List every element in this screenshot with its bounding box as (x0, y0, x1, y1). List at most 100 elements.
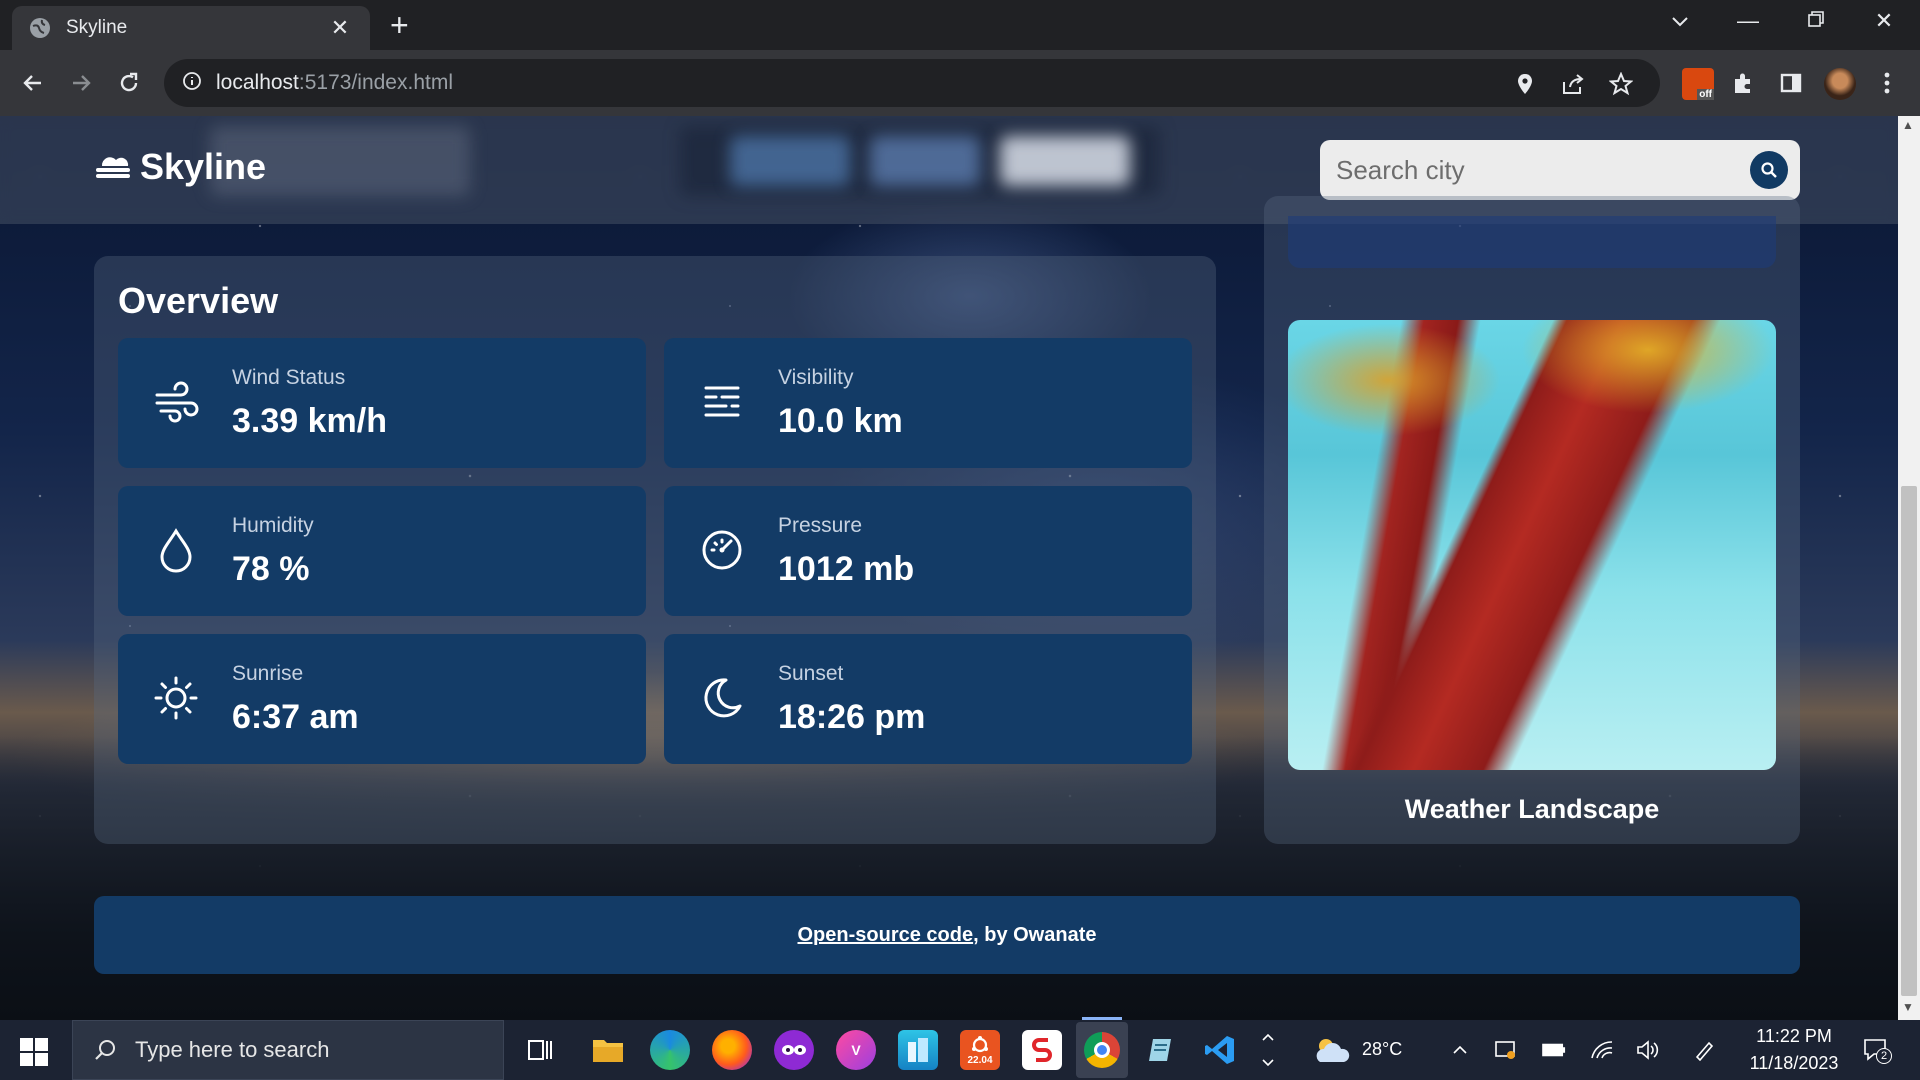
globe-icon (30, 18, 50, 38)
card-label: Humidity (232, 514, 314, 537)
clock-date[interactable]: 11/18/2023 (1742, 1053, 1846, 1074)
reload-icon[interactable] (112, 66, 146, 100)
page-scrollbar[interactable]: ▲ ▼ (1898, 116, 1920, 1020)
scroll-up-icon[interactable]: ▲ (1902, 118, 1914, 132)
side-panel-icon[interactable] (1776, 68, 1806, 98)
card-value: 78 % (232, 550, 310, 588)
task-view-icon[interactable] (520, 1030, 560, 1070)
new-tab-icon[interactable]: + (390, 9, 409, 41)
scroll-down-icon[interactable]: ▼ (1902, 1000, 1914, 1014)
battery-icon[interactable] (1542, 1038, 1566, 1062)
cloud-icon (96, 157, 130, 178)
wind-icon (152, 378, 200, 426)
app-mask-icon[interactable] (774, 1030, 814, 1070)
show-hidden-icons[interactable] (1448, 1038, 1472, 1062)
back-icon[interactable] (16, 66, 50, 100)
browser-toolbar: localhost:5173/index.html off (0, 50, 1920, 116)
app-footer: Open-source code , by Owanate (94, 896, 1800, 974)
volume-icon[interactable] (1636, 1038, 1660, 1062)
extension-icon[interactable]: off (1682, 68, 1714, 100)
vscode-icon[interactable] (1200, 1030, 1240, 1070)
chrome-icon (1084, 1032, 1120, 1068)
sunset-card: Sunset 18:26 pm (664, 634, 1192, 764)
visibility-icon (698, 378, 746, 426)
browser-tabstrip: Skyline ✕ + — ✕ (0, 0, 1920, 50)
minimize-icon[interactable]: — (1728, 8, 1768, 34)
bookmark-star-icon[interactable] (1608, 71, 1634, 97)
taskbar-overflow-icon[interactable] (1258, 1030, 1278, 1070)
gauge-icon (698, 526, 746, 574)
app-s-icon[interactable] (1022, 1030, 1062, 1070)
extensions-puzzle-icon[interactable] (1728, 68, 1758, 98)
blurred-content (730, 136, 850, 186)
share-icon[interactable] (1560, 71, 1586, 97)
chrome-taskbar-item[interactable] (1076, 1022, 1128, 1078)
search-icon (1761, 162, 1777, 178)
url-text: localhost:5173/index.html (216, 71, 453, 94)
app-vector-icon[interactable]: V (836, 1030, 876, 1070)
page-viewport: Skyline Weather Landscape Overview Wind … (0, 116, 1898, 1020)
overview-panel: Overview Wind Status 3.39 km/h Visibilit… (94, 256, 1216, 844)
card-value: 18:26 pm (778, 698, 926, 736)
card-label: Wind Status (232, 366, 346, 389)
blurred-content (870, 136, 980, 186)
card-label: Sunrise (232, 662, 304, 685)
menu-kebab-icon[interactable] (1872, 68, 1902, 98)
source-code-link[interactable]: Open-source code (798, 924, 974, 947)
scroll-thumb[interactable] (1901, 486, 1917, 996)
firefox-icon[interactable] (712, 1030, 752, 1070)
brand-logo[interactable]: Skyline (94, 146, 266, 188)
site-info-icon[interactable] (182, 71, 202, 96)
ubuntu-icon[interactable]: 22.04 (960, 1030, 1000, 1070)
landscape-title: Weather Landscape (1404, 794, 1660, 824)
humidity-card: Humidity 78 % (118, 486, 646, 616)
sun-icon (152, 674, 200, 722)
search-icon (95, 1040, 115, 1060)
app-note-icon[interactable] (1140, 1030, 1180, 1070)
clock-time[interactable]: 11:22 PM (1752, 1026, 1836, 1047)
sunrise-card: Sunrise 6:37 am (118, 634, 646, 764)
card-label: Sunset (778, 662, 844, 685)
wifi-icon[interactable] (1590, 1038, 1614, 1062)
browser-tab[interactable]: Skyline ✕ (12, 6, 370, 50)
city-search (1320, 140, 1800, 200)
taskbar-search[interactable]: Type here to search (72, 1020, 504, 1080)
profile-avatar[interactable] (1824, 68, 1856, 100)
card-label: Pressure (778, 514, 863, 537)
notification-center-icon[interactable]: 2 (1858, 1038, 1894, 1064)
blurred-content (1000, 136, 1130, 186)
notification-count: 2 (1876, 1048, 1892, 1064)
pen-icon[interactable] (1692, 1038, 1716, 1062)
moon-icon (698, 674, 746, 722)
taskbar-search-placeholder: Type here to search (135, 1037, 330, 1062)
card-value: 3.39 km/h (232, 402, 387, 440)
windows-start-icon[interactable] (20, 1038, 48, 1066)
card-value: 10.0 km (778, 402, 903, 440)
wind-status-card: Wind Status 3.39 km/h (118, 338, 646, 468)
active-app-indicator (1082, 1017, 1122, 1020)
windows-taskbar: Type here to search V 22.04 28°C 11:22 P… (0, 1020, 1920, 1080)
edge-icon[interactable] (650, 1030, 690, 1070)
landscape-panel: Weather Landscape (1264, 196, 1800, 844)
tab-close-icon[interactable]: ✕ (328, 15, 352, 41)
security-icon[interactable] (1494, 1038, 1518, 1062)
weather-cloud-icon[interactable] (1312, 1038, 1352, 1062)
tab-title: Skyline (66, 17, 128, 38)
forward-icon[interactable] (64, 66, 98, 100)
landscape-image (1288, 320, 1776, 770)
footer-credit: , by Owanate (973, 923, 1097, 946)
droplet-icon (152, 526, 200, 574)
address-bar[interactable]: localhost:5173/index.html (164, 59, 1660, 107)
card-value: 1012 mb (778, 550, 915, 588)
search-input[interactable] (1336, 154, 1736, 186)
weather-temp: 28°C (1362, 1039, 1403, 1059)
location-pin-icon[interactable] (1512, 71, 1538, 97)
file-explorer-icon[interactable] (588, 1030, 628, 1070)
pressure-card: Pressure 1012 mb (664, 486, 1192, 616)
close-window-icon[interactable]: ✕ (1864, 8, 1904, 34)
tab-search-icon[interactable] (1660, 8, 1700, 34)
restore-icon[interactable] (1796, 8, 1836, 34)
search-button[interactable] (1750, 151, 1788, 189)
app-building-icon[interactable] (898, 1030, 938, 1070)
card-label: Visibility (778, 366, 854, 389)
